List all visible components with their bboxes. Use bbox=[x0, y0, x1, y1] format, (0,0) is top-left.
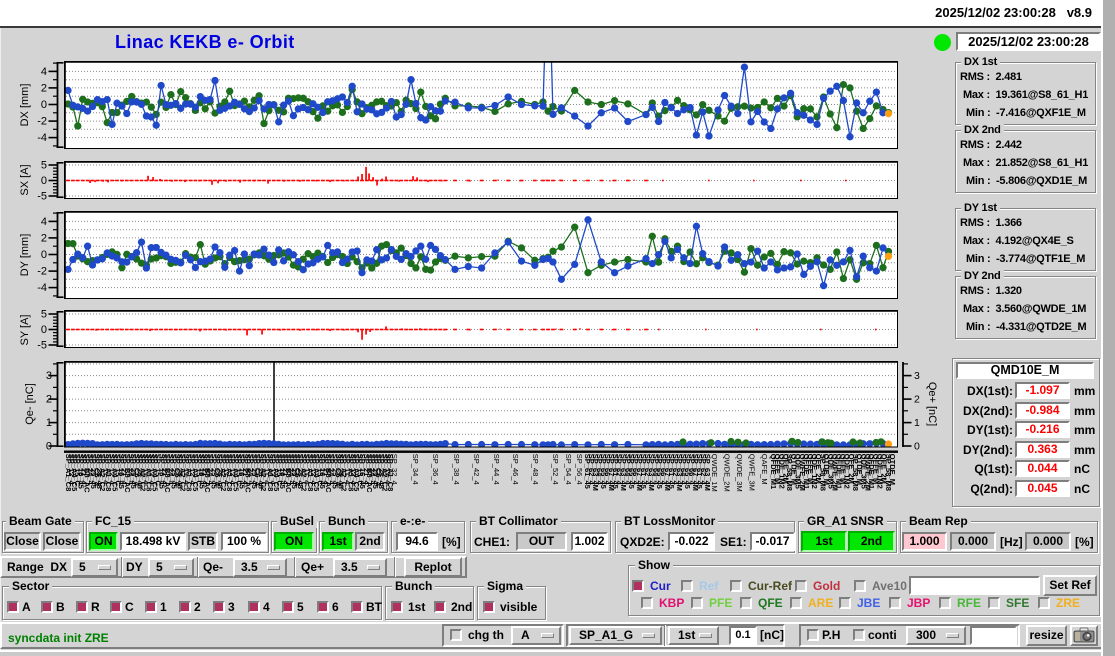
svg-text:Qe+ [nC]: Qe+ [nC] bbox=[926, 382, 938, 426]
svg-text:Qe- [nC]: Qe- [nC] bbox=[24, 383, 36, 425]
svg-text:3: 3 bbox=[46, 370, 52, 382]
svg-text:-4: -4 bbox=[37, 282, 47, 294]
svg-text:SP_36_4: SP_36_4 bbox=[431, 454, 440, 485]
svg-text:DY [mm]: DY [mm] bbox=[19, 234, 31, 277]
svg-text:0: 0 bbox=[914, 441, 920, 453]
svg-text:1: 1 bbox=[914, 417, 920, 429]
svg-text:SP_44_4: SP_44_4 bbox=[492, 454, 501, 485]
svg-text:QAFE_M: QAFE_M bbox=[760, 454, 769, 485]
svg-text:1: 1 bbox=[46, 417, 52, 429]
svg-text:2: 2 bbox=[41, 83, 47, 95]
svg-text:SP_32_4: SP_32_4 bbox=[390, 454, 399, 485]
svg-text:QWDE_2M: QWDE_2M bbox=[723, 454, 732, 492]
svg-text:QWFE_3M: QWFE_3M bbox=[748, 454, 757, 491]
svg-text:SP_46_4: SP_46_4 bbox=[511, 454, 520, 485]
svg-text:4: 4 bbox=[41, 66, 47, 78]
svg-text:2: 2 bbox=[46, 394, 52, 406]
svg-text:-5: -5 bbox=[37, 340, 47, 352]
svg-text:-4: -4 bbox=[37, 132, 47, 144]
svg-text:-2: -2 bbox=[37, 116, 47, 128]
svg-text:SX [A]: SX [A] bbox=[19, 164, 31, 195]
svg-text:2: 2 bbox=[41, 233, 47, 245]
svg-text:-5: -5 bbox=[37, 191, 47, 203]
svg-text:5: 5 bbox=[41, 309, 47, 321]
svg-text:2: 2 bbox=[914, 394, 920, 406]
svg-text:SP_38_4: SP_38_4 bbox=[452, 454, 461, 485]
svg-text:0: 0 bbox=[46, 441, 52, 453]
svg-text:SP_54_4: SP_54_4 bbox=[564, 454, 573, 485]
svg-text:5: 5 bbox=[41, 160, 47, 172]
svg-text:0: 0 bbox=[41, 175, 47, 187]
svg-text:QWDE_1M: QWDE_1M bbox=[710, 454, 719, 492]
svg-text:3: 3 bbox=[914, 370, 920, 382]
svg-text:0: 0 bbox=[41, 249, 47, 261]
svg-text:0: 0 bbox=[41, 324, 47, 336]
svg-text:QWDE_3M: QWDE_3M bbox=[735, 454, 744, 492]
svg-text:SP_56_4: SP_56_4 bbox=[575, 454, 584, 485]
svg-text:SP_42_4: SP_42_4 bbox=[472, 454, 481, 485]
svg-text:SP_48_4: SP_48_4 bbox=[531, 454, 540, 485]
svg-text:0: 0 bbox=[41, 99, 47, 111]
svg-text:SP_34_4: SP_34_4 bbox=[411, 454, 420, 485]
svg-text:SY [A]: SY [A] bbox=[19, 315, 31, 346]
svg-text:QTDE_M: QTDE_M bbox=[888, 454, 897, 485]
svg-text:DX [mm]: DX [mm] bbox=[19, 84, 31, 127]
svg-text:-2: -2 bbox=[37, 266, 47, 278]
svg-text:SP_52_4: SP_52_4 bbox=[551, 454, 560, 485]
svg-text:4: 4 bbox=[41, 216, 47, 228]
